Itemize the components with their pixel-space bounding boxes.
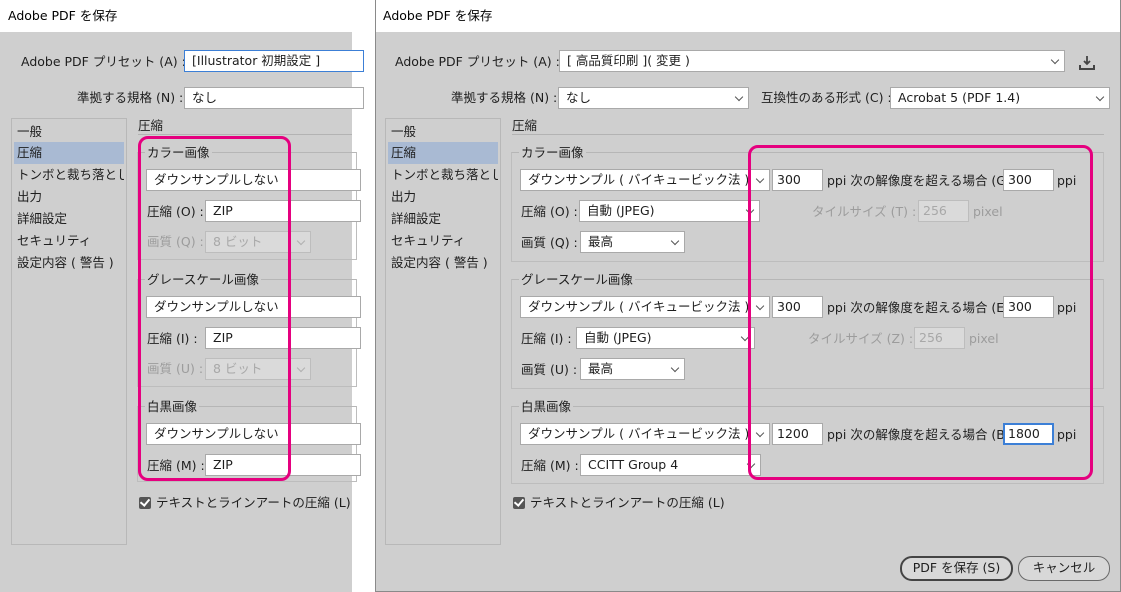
left-text-art-checkbox[interactable] (139, 497, 151, 509)
right-title-bar: Adobe PDF を保存 (375, 0, 1121, 32)
right-color-quality-value: 最高 (588, 234, 614, 249)
right-gray-method-value: ダウンサンプル ( バイキュービック法 ) (528, 299, 750, 314)
right-color-comp-value: 自動 (JPEG) (587, 203, 655, 218)
right-nav-advanced[interactable]: 詳細設定 (388, 208, 498, 230)
left-standard-dropdown[interactable]: なし (184, 87, 364, 109)
chevron-down-icon (1050, 55, 1060, 65)
right-gray-comp-dropdown[interactable]: 自動 (JPEG) (576, 327, 755, 349)
right-standard-label: 準拠する規格 (N) : (451, 90, 558, 105)
left-nav-compression[interactable]: 圧縮 (14, 142, 124, 164)
chevron-down-icon (296, 236, 306, 246)
save-pdf-button[interactable]: PDF を保存 (S) (900, 556, 1013, 581)
right-compat-label: 互換性のある形式 (C) : (761, 90, 892, 105)
left-preset-dropdown[interactable]: [Illustrator 初期設定 ] (184, 50, 364, 72)
left-save-pdf-dialog: Adobe PDF を保存 Adobe PDF プリセット (A) : [Ill… (0, 0, 364, 592)
left-nav-advanced[interactable]: 詳細設定 (14, 208, 124, 230)
right-color-method-value: ダウンサンプル ( バイキュービック法 ) (528, 172, 750, 187)
right-color-comp-label: 圧縮 (O) : (521, 204, 578, 219)
left-title-bar: Adobe PDF を保存 (0, 0, 352, 32)
chevron-down-icon (1095, 92, 1105, 102)
right-color-quality-dropdown[interactable]: 最高 (580, 231, 685, 253)
right-highlight-box (748, 145, 1093, 480)
right-gray-quality-value: 最高 (588, 361, 614, 376)
right-color-method-dropdown[interactable]: ダウンサンプル ( バイキュービック法 ) (520, 169, 770, 191)
right-gray-comp-label: 圧縮 (I) : (521, 331, 572, 346)
right-mono-method-value: ダウンサンプル ( バイキュービック法 ) (528, 426, 750, 441)
right-gray-method-dropdown[interactable]: ダウンサンプル ( バイキュービック法 ) (520, 296, 770, 318)
right-color-comp-dropdown[interactable]: 自動 (JPEG) (579, 200, 760, 222)
left-preset-label: Adobe PDF プリセット (A) : (21, 54, 186, 69)
right-nav-summary[interactable]: 設定内容 ( 警告 ) (388, 252, 498, 274)
right-mono-comp-label: 圧縮 (M) : (521, 458, 579, 473)
left-section-title: 圧縮 (138, 118, 164, 133)
left-highlight-box (138, 136, 291, 481)
chevron-down-icon (296, 363, 306, 373)
right-nav-marks-bleeds[interactable]: トンボと裁ち落とし (388, 164, 498, 186)
right-compat-value: Acrobat 5 (PDF 1.4) (898, 90, 1021, 105)
right-preset-label: Adobe PDF プリセット (A) : (395, 54, 560, 69)
right-gray-title: グレースケール画像 (519, 272, 635, 288)
right-mono-comp-dropdown[interactable]: CCITT Group 4 (580, 454, 761, 476)
right-nav-compression[interactable]: 圧縮 (388, 142, 498, 164)
chevron-down-icon (734, 92, 744, 102)
right-gray-quality-dropdown[interactable]: 最高 (580, 358, 685, 380)
save-preset-icon[interactable] (1078, 54, 1096, 72)
left-nav-security[interactable]: セキュリティ (14, 230, 124, 252)
right-compat-dropdown[interactable]: Acrobat 5 (PDF 1.4) (890, 87, 1110, 109)
right-section-divider (512, 134, 1104, 135)
right-text-art-label: テキストとラインアートの圧縮 (L) (530, 495, 725, 510)
right-mono-title: 白黒画像 (519, 399, 574, 415)
right-color-quality-label: 画質 (Q) : (521, 235, 578, 250)
cancel-button[interactable]: キャンセル (1018, 556, 1110, 581)
right-nav-general[interactable]: 一般 (388, 121, 498, 143)
right-standard-dropdown[interactable]: なし (558, 87, 749, 109)
left-nav-summary[interactable]: 設定内容 ( 警告 ) (14, 252, 124, 274)
right-gray-comp-value: 自動 (JPEG) (584, 330, 652, 345)
right-standard-value: なし (566, 90, 592, 105)
right-color-title: カラー画像 (519, 145, 586, 161)
right-mono-comp-value: CCITT Group 4 (588, 457, 679, 472)
right-gray-quality-label: 画質 (U) : (521, 362, 578, 377)
right-category-list: 一般 圧縮 トンボと裁ち落とし 出力 詳細設定 セキュリティ 設定内容 ( 警告… (385, 118, 501, 545)
right-preset-value: [ 高品質印刷 ]( 変更 ) (567, 53, 690, 68)
chevron-down-icon (670, 236, 680, 246)
left-standard-label: 準拠する規格 (N) : (77, 90, 184, 105)
right-nav-output[interactable]: 出力 (388, 186, 498, 208)
right-nav-security[interactable]: セキュリティ (388, 230, 498, 252)
right-preset-dropdown[interactable]: [ 高品質印刷 ]( 変更 ) (559, 50, 1065, 72)
left-nav-general[interactable]: 一般 (14, 121, 124, 143)
right-mono-method-dropdown[interactable]: ダウンサンプル ( バイキュービック法 ) (520, 423, 770, 445)
left-text-art-label: テキストとラインアートの圧縮 (L) (156, 495, 351, 510)
left-preset-value: [Illustrator 初期設定 ] (192, 53, 321, 68)
left-nav-marks-bleeds[interactable]: トンボと裁ち落とし (14, 164, 124, 186)
left-standard-value: なし (192, 90, 218, 105)
chevron-down-icon (670, 363, 680, 373)
right-section-title: 圧縮 (512, 118, 538, 133)
right-text-art-checkbox[interactable] (513, 497, 525, 509)
left-nav-output[interactable]: 出力 (14, 186, 124, 208)
left-section-divider (138, 134, 352, 135)
left-category-list: 一般 圧縮 トンボと裁ち落とし 出力 詳細設定 セキュリティ 設定内容 ( 警告… (11, 118, 127, 545)
